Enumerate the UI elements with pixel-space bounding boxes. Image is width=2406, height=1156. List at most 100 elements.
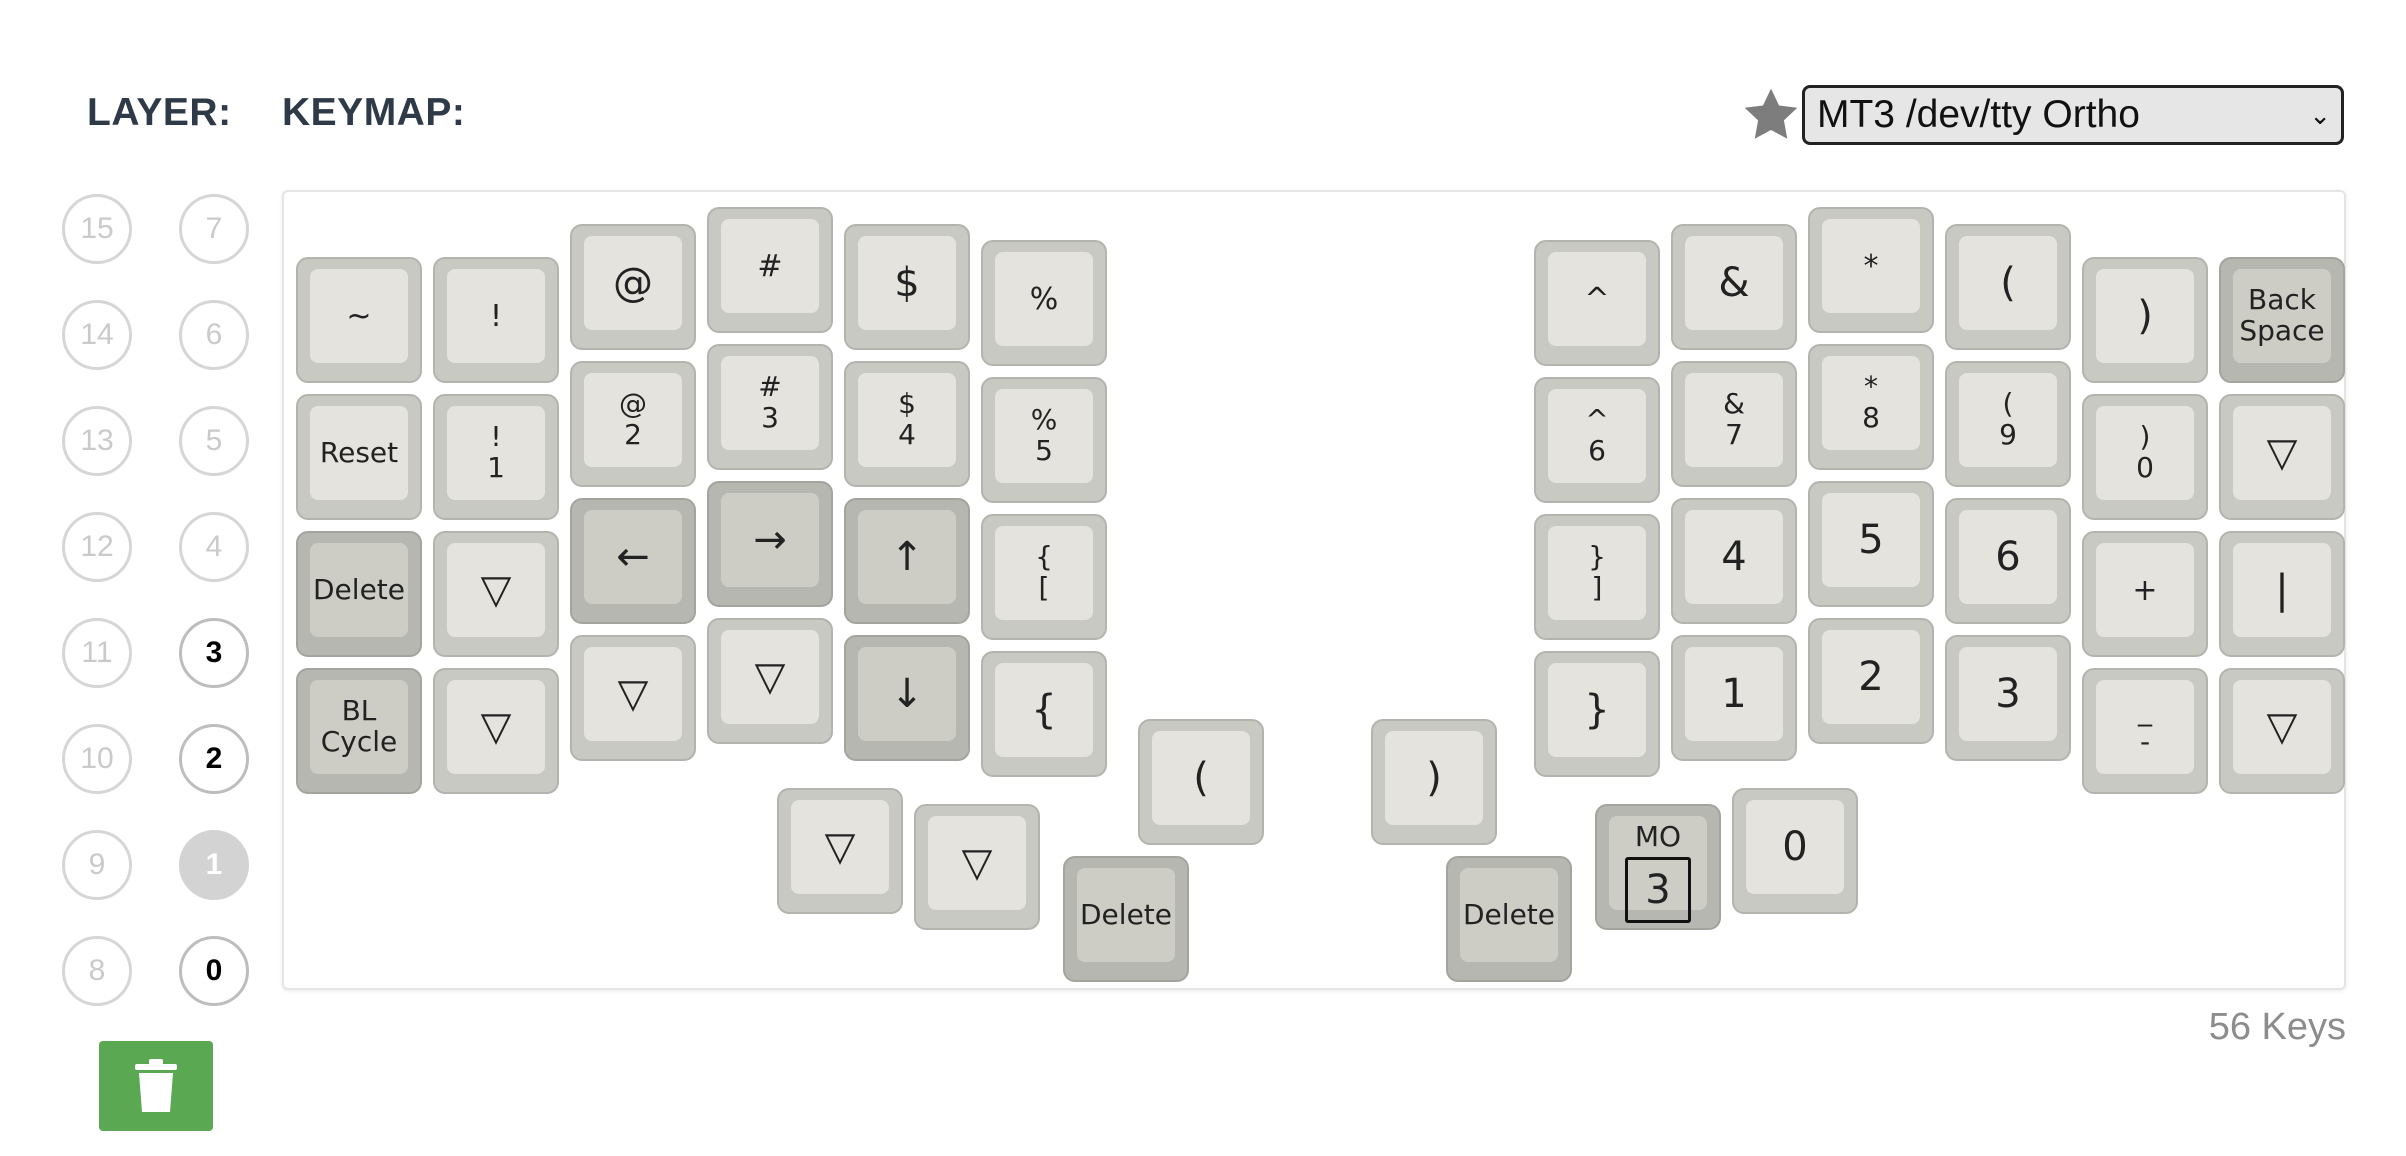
key-16[interactable]: $4 — [844, 361, 970, 487]
key-23[interactable]: ▽ — [2219, 394, 2345, 520]
mo-layer-box: 3 — [1625, 856, 1691, 923]
key-3[interactable]: # — [707, 207, 833, 333]
key-12[interactable]: Reset — [296, 394, 422, 520]
layer-button-6[interactable]: 6 — [179, 300, 249, 370]
key-52[interactable]: Delete — [1063, 856, 1189, 982]
key-9[interactable]: ( — [1945, 224, 2071, 350]
layer-button-11[interactable]: 11 — [62, 618, 132, 688]
key-28[interactable]: ↑ — [844, 498, 970, 624]
chevron-down-icon: ⌄ — [2309, 100, 2331, 130]
key-44[interactable]: 2 — [1808, 618, 1934, 744]
key-label: % — [995, 252, 1093, 346]
key-13[interactable]: ! 1 — [433, 394, 559, 520]
key-label: 5 — [1822, 493, 1920, 587]
layer-button-14[interactable]: 14 — [62, 300, 132, 370]
key-41[interactable]: { — [981, 651, 1107, 777]
key-51[interactable]: ▽ — [914, 804, 1040, 930]
key-label: * — [1822, 219, 1920, 313]
layer-button-1[interactable]: 1 — [179, 830, 249, 900]
key-0[interactable]: ~ — [296, 257, 422, 383]
key-54[interactable]: MO 3 — [1595, 804, 1721, 930]
layer-button-4[interactable]: 4 — [179, 512, 249, 582]
key-48[interactable]: ( — [1138, 719, 1264, 845]
key-26[interactable]: ← — [570, 498, 696, 624]
key-6[interactable]: ^ — [1534, 240, 1660, 366]
key-10[interactable]: ) — [2082, 257, 2208, 383]
layer-button-3[interactable]: 3 — [179, 618, 249, 688]
key-27[interactable]: → — [707, 481, 833, 607]
key-5[interactable]: % — [981, 240, 1107, 366]
key-label: { — [995, 663, 1093, 757]
star-icon[interactable] — [1740, 84, 1802, 146]
key-label: * 8 — [1822, 356, 1920, 450]
key-36[interactable]: BL Cycle — [296, 668, 422, 794]
key-label: (9 — [1959, 373, 2057, 467]
key-label: ! 1 — [447, 406, 545, 500]
key-label: ! — [447, 269, 545, 363]
key-55[interactable]: 0 — [1732, 788, 1858, 914]
key-label: Delete — [1077, 868, 1175, 962]
key-49[interactable]: ) — [1371, 719, 1497, 845]
key-1[interactable]: ! — [433, 257, 559, 383]
layer-button-8[interactable]: 8 — [62, 936, 132, 1006]
key-19[interactable]: & 7 — [1671, 361, 1797, 487]
key-46[interactable]: _ - — [2082, 668, 2208, 794]
key-label: ) — [1385, 731, 1483, 825]
key-8[interactable]: * — [1808, 207, 1934, 333]
key-45[interactable]: 3 — [1945, 635, 2071, 761]
key-label: @2 — [584, 373, 682, 467]
key-37[interactable]: ▽ — [433, 668, 559, 794]
layer-button-5[interactable]: 5 — [179, 406, 249, 476]
key-35[interactable]: | — [2219, 531, 2345, 657]
key-17[interactable]: % 5 — [981, 377, 1107, 503]
key-43[interactable]: 1 — [1671, 635, 1797, 761]
key-20[interactable]: * 8 — [1808, 344, 1934, 470]
key-label: BL Cycle — [310, 680, 408, 774]
key-22[interactable]: ) 0 — [2082, 394, 2208, 520]
layer-button-13[interactable]: 13 — [62, 406, 132, 476]
key-2[interactable]: @ — [570, 224, 696, 350]
key-50[interactable]: ▽ — [777, 788, 903, 914]
key-label: 3 — [1959, 647, 2057, 741]
layer-button-7[interactable]: 7 — [179, 194, 249, 264]
layer-button-2[interactable]: 2 — [179, 724, 249, 794]
key-7[interactable]: & — [1671, 224, 1797, 350]
key-30[interactable]: }] — [1534, 514, 1660, 640]
layer-button-10[interactable]: 10 — [62, 724, 132, 794]
key-39[interactable]: ▽ — [707, 618, 833, 744]
layer-button-15[interactable]: 15 — [62, 194, 132, 264]
key-label: ( — [1152, 731, 1250, 825]
key-label: @ — [584, 236, 682, 330]
key-32[interactable]: 5 — [1808, 481, 1934, 607]
layer-button-0[interactable]: 0 — [179, 936, 249, 1006]
key-53[interactable]: Delete — [1446, 856, 1572, 982]
key-34[interactable]: + — [2082, 531, 2208, 657]
delete-button[interactable] — [99, 1041, 213, 1131]
key-4[interactable]: $ — [844, 224, 970, 350]
key-label: 1 — [1685, 647, 1783, 741]
key-21[interactable]: (9 — [1945, 361, 2071, 487]
key-38[interactable]: ▽ — [570, 635, 696, 761]
key-40[interactable]: ↓ — [844, 635, 970, 761]
key-47[interactable]: ▽ — [2219, 668, 2345, 794]
key-label: Back Space — [2233, 269, 2331, 363]
layer-button-12[interactable]: 12 — [62, 512, 132, 582]
key-label: 2 — [1822, 630, 1920, 724]
key-42[interactable]: } — [1534, 651, 1660, 777]
key-25[interactable]: ▽ — [433, 531, 559, 657]
layer-button-9[interactable]: 9 — [62, 830, 132, 900]
key-11[interactable]: Back Space — [2219, 257, 2345, 383]
keyboard-select[interactable]: MT3 /dev/tty Ortho ⌄ — [1802, 85, 2344, 145]
key-label: & — [1685, 236, 1783, 330]
key-15[interactable]: #3 — [707, 344, 833, 470]
key-14[interactable]: @2 — [570, 361, 696, 487]
key-31[interactable]: 4 — [1671, 498, 1797, 624]
key-29[interactable]: {[ — [981, 514, 1107, 640]
key-33[interactable]: 6 — [1945, 498, 2071, 624]
key-24[interactable]: Delete — [296, 531, 422, 657]
key-18[interactable]: ^ 6 — [1534, 377, 1660, 503]
key-label: & 7 — [1685, 373, 1783, 467]
key-label: Delete — [1460, 868, 1558, 962]
trash-icon — [135, 1059, 177, 1112]
key-label: ^ 6 — [1548, 389, 1646, 483]
